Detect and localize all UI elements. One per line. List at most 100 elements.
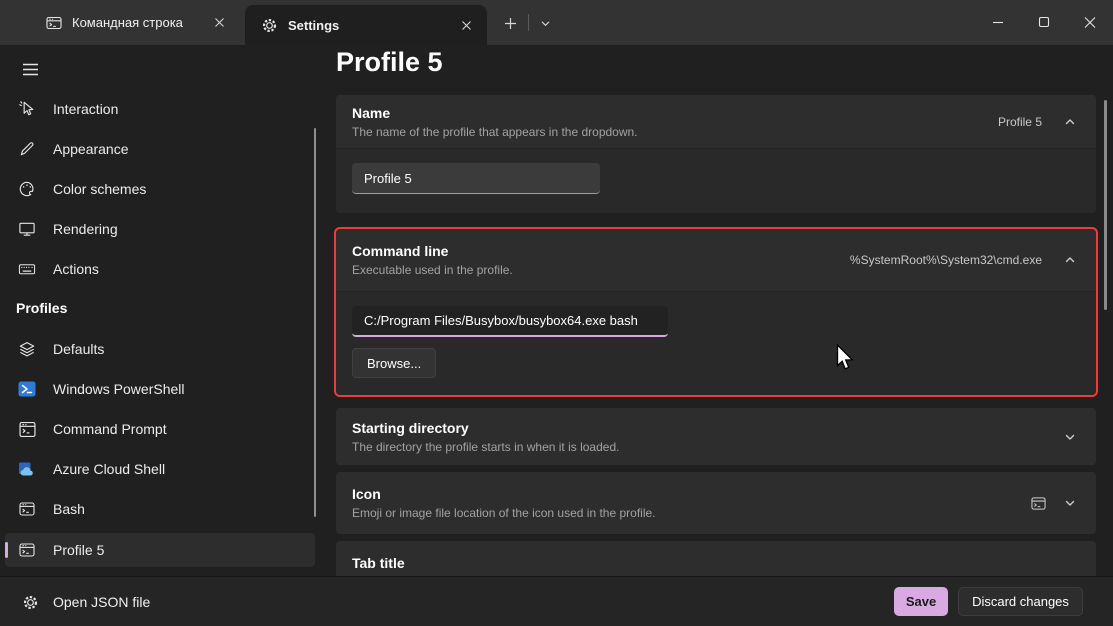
cmd-icon xyxy=(17,501,37,517)
palette-icon xyxy=(17,180,37,198)
tab-command-prompt[interactable]: Командная строка xyxy=(30,0,240,45)
cmd-icon xyxy=(1031,496,1046,511)
section-description: Emoji or image file location of the icon… xyxy=(352,506,1031,520)
selection-indicator xyxy=(5,542,8,558)
sidebar-item-label: Actions xyxy=(53,261,99,277)
section-icon-header[interactable]: Icon Emoji or image file location of the… xyxy=(336,472,1096,534)
monitor-icon xyxy=(17,220,37,238)
gear-icon xyxy=(261,17,278,34)
open-json-file-button[interactable]: Open JSON file xyxy=(10,585,162,619)
section-current-value: Profile 5 xyxy=(998,115,1042,129)
windows-terminal-settings-window: Командная строка Settings xyxy=(0,0,1113,626)
tab-close-button[interactable] xyxy=(206,10,232,36)
sidebar-item-label: Command Prompt xyxy=(53,421,167,437)
tab-close-button[interactable] xyxy=(453,12,479,38)
tab-dropdown-button[interactable] xyxy=(532,10,558,36)
sidebar-item-windows-powershell[interactable]: Windows PowerShell xyxy=(5,369,315,409)
cursor-icon xyxy=(17,100,37,118)
section-description: The name of the profile that appears in … xyxy=(352,125,998,139)
cmd-icon xyxy=(17,421,37,438)
section-command-line-header[interactable]: Command line Executable used in the prof… xyxy=(336,229,1096,291)
section-tab-title: Tab title xyxy=(336,541,1096,576)
content-scrollbar[interactable] xyxy=(1104,100,1107,310)
sidebar-item-defaults[interactable]: Defaults xyxy=(5,329,315,369)
browse-button[interactable]: Browse... xyxy=(352,348,436,378)
section-title: Tab title xyxy=(352,555,1076,571)
sidebar-item-label: Defaults xyxy=(53,341,104,357)
section-title: Starting directory xyxy=(352,420,1064,436)
close-window-button[interactable] xyxy=(1067,0,1113,45)
tab-title: Командная строка xyxy=(72,15,206,30)
sidebar-item-label: Azure Cloud Shell xyxy=(53,461,165,477)
keyboard-icon xyxy=(17,260,37,278)
settings-sidebar: Interaction Appearance Color schemes xyxy=(0,45,330,576)
chevron-up-icon xyxy=(1064,116,1076,128)
navigation-menu-button[interactable] xyxy=(13,54,47,84)
sidebar-scrollbar[interactable] xyxy=(314,128,316,517)
sidebar-item-label: Rendering xyxy=(53,221,118,237)
section-title: Icon xyxy=(352,486,1031,502)
settings-content: Profile 5 Name The name of the profile t… xyxy=(330,45,1113,576)
hamburger-icon xyxy=(21,60,40,79)
pen-icon xyxy=(17,140,37,158)
discard-changes-button[interactable]: Discard changes xyxy=(958,587,1083,616)
section-command-line: Command line Executable used in the prof… xyxy=(334,227,1098,397)
chevron-down-icon xyxy=(1064,497,1076,509)
section-icon: Icon Emoji or image file location of the… xyxy=(336,472,1096,534)
command-line-input[interactable] xyxy=(352,306,668,337)
maximize-icon xyxy=(1021,0,1067,45)
sidebar-item-bash[interactable]: Bash xyxy=(5,489,315,529)
page-title: Profile 5 xyxy=(336,47,443,78)
new-tab-button[interactable] xyxy=(497,10,523,36)
section-command-line-body: Browse... xyxy=(336,291,1096,395)
sidebar-item-azure-cloud-shell[interactable]: Azure Cloud Shell xyxy=(5,449,315,489)
sidebar-item-rendering[interactable]: Rendering xyxy=(5,209,315,249)
save-button[interactable]: Save xyxy=(894,587,948,616)
sidebar-item-color-schemes[interactable]: Color schemes xyxy=(5,169,315,209)
section-name-header[interactable]: Name The name of the profile that appear… xyxy=(336,95,1096,148)
sidebar-item-label: Windows PowerShell xyxy=(53,381,185,397)
section-name: Name The name of the profile that appear… xyxy=(336,95,1096,213)
chevron-down-icon xyxy=(1064,431,1076,443)
profiles-section-header: Profiles xyxy=(16,300,67,316)
section-current-value: %SystemRoot%\System32\cmd.exe xyxy=(850,253,1042,267)
cmd-icon xyxy=(46,15,62,31)
section-title: Name xyxy=(352,105,998,121)
section-tab-title-header[interactable]: Tab title xyxy=(336,541,1096,576)
sidebar-item-command-prompt[interactable]: Command Prompt xyxy=(5,409,315,449)
sidebar-item-actions[interactable]: Actions xyxy=(5,249,315,289)
footer-bar: Open JSON file Save Discard changes xyxy=(0,576,1113,626)
cmd-icon xyxy=(17,542,37,558)
tab-title: Settings xyxy=(288,18,453,33)
sidebar-item-label: Appearance xyxy=(53,141,129,157)
gear-icon xyxy=(22,594,39,611)
mouse-cursor xyxy=(836,344,854,371)
section-description: Executable used in the profile. xyxy=(352,263,850,277)
open-json-file-label: Open JSON file xyxy=(53,594,150,610)
chevron-up-icon xyxy=(1064,254,1076,266)
sidebar-item-label: Profile 5 xyxy=(53,542,104,558)
sidebar-item-label: Color schemes xyxy=(53,181,146,197)
close-icon xyxy=(1067,0,1113,45)
chevron-down-icon xyxy=(540,18,551,29)
maximize-button[interactable] xyxy=(1021,0,1067,45)
plus-icon xyxy=(504,17,517,30)
powershell-icon xyxy=(17,380,37,398)
title-bar: Командная строка Settings xyxy=(0,0,1113,45)
sidebar-item-appearance[interactable]: Appearance xyxy=(5,129,315,169)
sidebar-item-profile-5[interactable]: Profile 5 xyxy=(5,533,315,567)
profile-name-input[interactable] xyxy=(352,163,600,194)
azure-cloud-icon xyxy=(17,460,37,478)
tab-bar-separator xyxy=(528,14,529,31)
section-title: Command line xyxy=(352,243,850,259)
minimize-button[interactable] xyxy=(975,0,1021,45)
sidebar-item-label: Interaction xyxy=(53,101,118,117)
tab-settings[interactable]: Settings xyxy=(245,5,487,45)
sidebar-item-interaction[interactable]: Interaction xyxy=(5,89,315,129)
section-description: The directory the profile starts in when… xyxy=(352,440,1064,454)
sidebar-item-label: Bash xyxy=(53,501,85,517)
section-starting-directory: Starting directory The directory the pro… xyxy=(336,408,1096,465)
layers-icon xyxy=(17,340,37,358)
section-starting-directory-header[interactable]: Starting directory The directory the pro… xyxy=(336,408,1096,465)
minimize-icon xyxy=(975,0,1021,45)
